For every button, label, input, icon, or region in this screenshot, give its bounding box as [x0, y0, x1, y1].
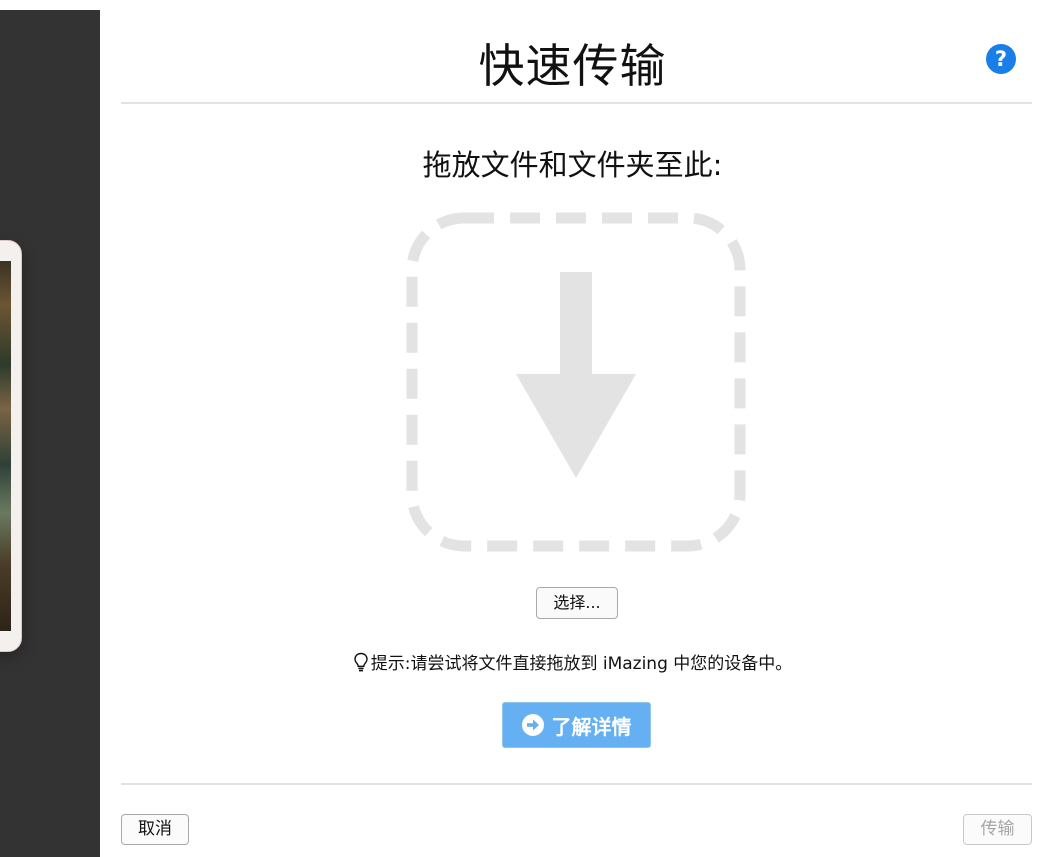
- lightbulb-icon: [354, 652, 368, 672]
- download-arrow-icon: [516, 272, 636, 478]
- cancel-button[interactable]: 取消: [121, 814, 189, 845]
- file-drop-zone[interactable]: [406, 212, 746, 552]
- tip-row: 提示:请尝试将文件直接拖放到 iMazing 中您的设备中。: [100, 649, 1045, 674]
- header-divider: [121, 102, 1032, 104]
- device-preview-panel: [0, 0, 100, 857]
- device-image: [0, 240, 22, 652]
- device-screen: [0, 261, 11, 631]
- learn-more-label: 了解详情: [551, 714, 632, 739]
- page-title: 快速传输: [478, 39, 667, 93]
- choose-files-button[interactable]: 选择...: [536, 587, 618, 619]
- drop-zone-label: 拖放文件和文件夹至此:: [422, 148, 723, 182]
- learn-more-button[interactable]: 了解详情: [502, 702, 651, 748]
- footer-divider: [121, 783, 1032, 785]
- arrow-right-circle-icon: [521, 714, 544, 736]
- question-icon: ?: [994, 47, 1008, 71]
- help-button[interactable]: ?: [986, 44, 1016, 74]
- quick-transfer-panel: 快速传输 ? 拖放文件和文件夹至此: 选择... 提示:请尝试将文件直接拖放到 …: [100, 0, 1045, 857]
- transfer-button[interactable]: 传输: [963, 814, 1032, 845]
- tip-text: 提示:请尝试将文件直接拖放到 iMazing 中您的设备中。: [370, 654, 793, 674]
